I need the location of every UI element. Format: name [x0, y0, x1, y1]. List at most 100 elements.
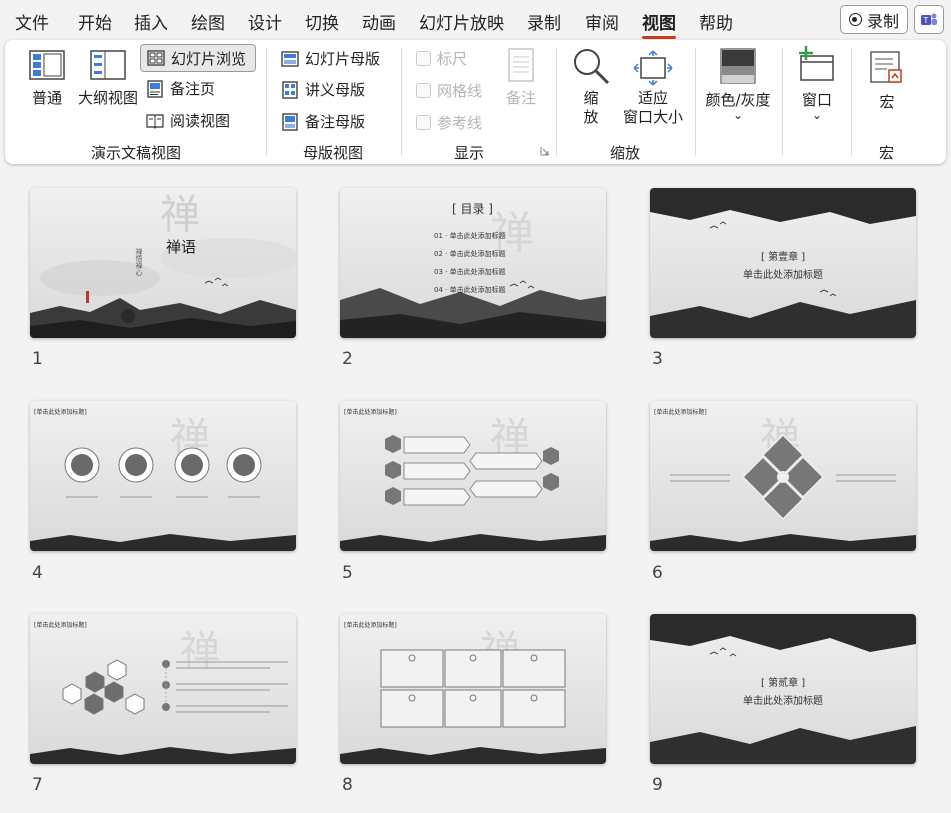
window-button[interactable]: 窗口 ⌄ — [795, 44, 839, 122]
menu-draw[interactable]: 绘图 — [191, 9, 225, 34]
slide-thumbnail-1[interactable]: 禅 禅语 禅悟禅心 — [30, 188, 296, 338]
teams-share-icon: T — [921, 13, 937, 25]
slide-sorter-icon — [147, 50, 165, 66]
slide-thumbnail-3[interactable]: [ 第壹章 ] 单击此处添加标题 — [650, 188, 916, 338]
menu-file[interactable]: 文件 — [15, 9, 49, 34]
slide-thumbnail-5[interactable]: 禅 [单击此处添加标题] — [340, 401, 606, 551]
slide-2-heading: [ 目录 ] — [452, 202, 493, 216]
slide-master-button[interactable]: 幻灯片母版 — [281, 48, 380, 69]
outline-view-button[interactable]: 大纲视图 — [75, 50, 141, 108]
slide-2-toc-item: 04 · 单击此处添加标题 — [434, 286, 506, 294]
menu-animations[interactable]: 动画 — [362, 9, 396, 34]
slide-3-chapter: [ 第壹章 ] — [761, 252, 806, 263]
notes-label: 备注 — [505, 89, 536, 107]
gridlines-checkbox[interactable]: 网格线 — [416, 80, 482, 101]
notes-button[interactable]: 备注 — [501, 48, 541, 108]
group-label-presentation-views: 演示文稿视图 — [91, 144, 182, 162]
slide-thumbnail-4[interactable]: 禅 [单击此处添加标题] — [30, 401, 296, 551]
slide-master-icon — [281, 50, 299, 67]
slide-sorter-label: 幻灯片浏览 — [171, 49, 247, 68]
outline-view-icon — [90, 50, 126, 80]
reading-view-button[interactable]: 阅读视图 — [146, 110, 230, 131]
new-window-icon — [799, 46, 834, 81]
handout-master-button[interactable]: 讲义母版 — [281, 79, 365, 100]
slide-3-title: 单击此处添加标题 — [743, 270, 823, 281]
slide-number: 7 — [32, 775, 43, 795]
handout-master-icon — [282, 80, 298, 99]
notes-page-button[interactable]: 备注页 — [146, 78, 215, 99]
slide-thumbnail-2[interactable]: 禅 [ 目录 ] 01 · 单击此处添加标题 02 · 单击此处添加标题 03 … — [340, 188, 606, 338]
checkbox-icon — [416, 115, 431, 130]
menu-record[interactable]: 录制 — [527, 9, 561, 34]
slide-5-title-placeholder: [单击此处添加标题] — [344, 409, 397, 416]
group-label-show: 显示 — [454, 144, 485, 162]
teams-share-button[interactable]: T — [914, 5, 944, 34]
slide-thumbnail-9[interactable]: [ 第贰章 ] 单击此处添加标题 — [650, 614, 916, 764]
color-grayscale-button[interactable]: 颜色/灰度 ⌄ — [702, 48, 774, 121]
chevron-down-icon: ⌄ — [811, 108, 823, 122]
svg-text:T: T — [923, 16, 929, 25]
gridlines-label: 网格线 — [437, 82, 483, 100]
separator — [556, 48, 557, 156]
grid-boxes-layout: 禅 — [340, 614, 606, 764]
reading-view-icon — [146, 113, 164, 129]
slide-8-title-placeholder: [单击此处添加标题] — [344, 622, 397, 629]
notes-master-label: 备注母版 — [305, 113, 366, 131]
fit-to-window-icon — [633, 50, 673, 86]
slide-thumbnail-6[interactable]: 禅 [单击此处添加标题] — [650, 401, 916, 551]
slide-1-title: 禅语 — [166, 238, 197, 256]
reading-view-label: 阅读视图 — [170, 112, 231, 130]
macros-button[interactable]: 宏 — [865, 50, 909, 112]
notes-icon — [508, 48, 534, 82]
guides-checkbox[interactable]: 参考线 — [416, 112, 482, 133]
color-grayscale-label: 颜色/灰度 — [705, 91, 771, 109]
menu-review[interactable]: 审阅 — [585, 9, 619, 34]
menu-insert[interactable]: 插入 — [134, 9, 168, 34]
normal-view-label: 普通 — [31, 89, 62, 107]
notes-master-icon — [282, 112, 298, 131]
menu-design[interactable]: 设计 — [248, 9, 282, 34]
normal-view-button[interactable]: 普通 — [23, 50, 71, 108]
slide-sorter-button[interactable]: 幻灯片浏览 — [140, 44, 256, 72]
notes-page-label: 备注页 — [170, 80, 216, 98]
svg-text:禅: 禅 — [160, 192, 200, 238]
macros-label: 宏 — [879, 93, 895, 111]
normal-view-icon — [29, 50, 65, 80]
color-grayscale-icon — [720, 48, 756, 84]
hexagon-process-layout: 禅 — [340, 401, 606, 551]
ruler-checkbox[interactable]: 标尺 — [416, 48, 467, 69]
ruler-label: 标尺 — [437, 50, 468, 68]
zoom-label-1: 缩 — [583, 89, 599, 107]
dialog-launcher-icon[interactable] — [540, 146, 550, 156]
fit-to-window-button[interactable]: 适应 窗口大小 — [618, 50, 688, 127]
zoom-label-2: 放 — [583, 108, 599, 126]
slide-6-title-placeholder: [单击此处添加标题] — [654, 409, 707, 416]
menu-slideshow[interactable]: 幻灯片放映 — [419, 9, 504, 34]
record-button[interactable]: 录制 — [840, 5, 908, 34]
slide-number: 5 — [342, 563, 353, 583]
separator — [695, 48, 696, 156]
slide-thumbnail-8[interactable]: 禅 [单击此处添加标题] — [340, 614, 606, 764]
menu-help[interactable]: 帮助 — [699, 9, 733, 34]
separator — [782, 48, 783, 156]
notes-master-button[interactable]: 备注母版 — [281, 111, 365, 132]
slide-2-toc-item: 03 · 单击此处添加标题 — [434, 268, 506, 276]
slide-number: 6 — [652, 563, 663, 583]
group-label-master-views: 母版视图 — [303, 144, 364, 162]
slide-number: 3 — [652, 349, 663, 369]
menu-transitions[interactable]: 切换 — [305, 9, 339, 34]
outline-view-label: 大纲视图 — [77, 89, 138, 107]
zoom-button[interactable]: 缩 放 — [570, 46, 612, 127]
slide-1-subtitle: 禅悟禅心 — [135, 248, 143, 276]
menu-view[interactable]: 视图 — [642, 9, 676, 39]
slide-9-chapter: [ 第贰章 ] — [761, 678, 806, 689]
menu-home[interactable]: 开始 — [78, 9, 112, 34]
ink-landscape-image — [650, 188, 916, 338]
icon-circles-layout: 禅 — [30, 401, 296, 551]
slide-thumbnail-7[interactable]: 禅 [单击此处添加标题] — [30, 614, 296, 764]
slide-9-title: 单击此处添加标题 — [743, 696, 823, 707]
fit-label-1: 适应 — [637, 89, 668, 107]
separator — [266, 48, 267, 156]
slide-number: 9 — [652, 775, 663, 795]
notes-page-icon — [147, 79, 163, 98]
